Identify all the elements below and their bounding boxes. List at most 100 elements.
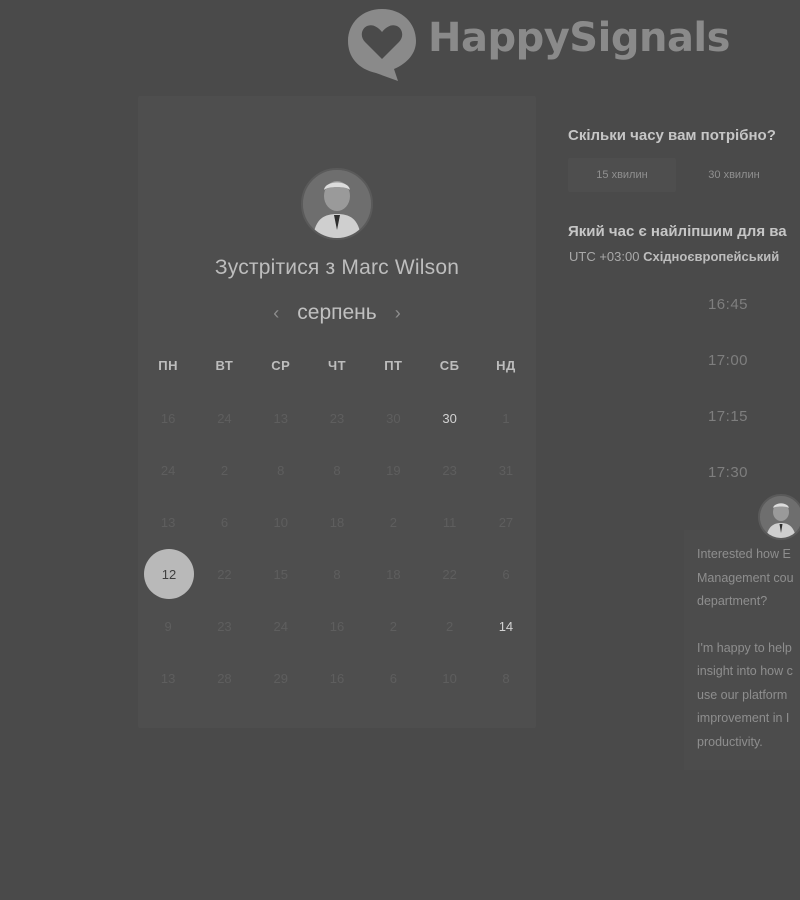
day-number: 2 (389, 618, 397, 634)
calendar-days-grid: 16 24 13 23 30 30 1 24 2 8 8 19 23 31 13 6 10 18 2 11 27 12 22… (140, 392, 536, 704)
day-number: 23 (442, 462, 457, 478)
chat-line: Interested how E (697, 547, 791, 561)
calendar-day: 13 (140, 496, 196, 548)
day-number: 23 (217, 618, 232, 634)
timezone-label[interactable]: UTC +03:00 Східноєвропейський (569, 249, 800, 264)
day-number: 11 (442, 514, 457, 530)
calendar-day: 6 (478, 548, 534, 600)
calendar-day: 2 (421, 600, 477, 652)
day-number: 8 (277, 462, 285, 478)
calendar-day: 2 (365, 496, 421, 548)
timezone-offset: UTC +03:00 (569, 249, 640, 264)
calendar-day: 16 (309, 652, 365, 704)
time-question: Який час є найліпшим для ва (568, 223, 787, 240)
calendar-day: 31 (478, 444, 534, 496)
calendar-day: 18 (309, 496, 365, 548)
calendar-day: 24 (253, 600, 309, 652)
day-number: 18 (386, 566, 401, 582)
weekday-label: НД (496, 358, 516, 373)
calendar-day: 8 (253, 444, 309, 496)
chat-line: Management cou (697, 570, 794, 585)
calendar-day: 6 (365, 652, 421, 704)
day-number: 8 (333, 462, 341, 478)
calendar-day[interactable]: 30 (421, 392, 477, 444)
time-slot[interactable]: 16:45 (669, 276, 787, 332)
time-slot[interactable]: 17:00 (669, 332, 787, 388)
calendar-day: 16 (140, 392, 196, 444)
duration-option-30[interactable]: 30 хвилин (680, 158, 788, 192)
chat-message: Interested how E Management cou departme… (697, 543, 800, 754)
day-number: 24 (273, 618, 288, 634)
day-number: 13 (273, 410, 288, 426)
calendar-day: 19 (365, 444, 421, 496)
chat-line: I'm happy to help (697, 640, 792, 655)
weekday-label: ПН (158, 358, 179, 373)
calendar-day: 8 (309, 444, 365, 496)
day-number: 31 (498, 462, 514, 478)
day-number: 1 (502, 410, 510, 426)
chat-line: productivity. (697, 734, 763, 749)
calendar-day: 2 (365, 600, 421, 652)
calendar-day[interactable]: 14 (478, 600, 534, 652)
duration-option-15[interactable]: 15 хвилин (568, 158, 676, 192)
calendar-day: 23 (309, 392, 365, 444)
calendar-day-selected[interactable]: 12 (140, 548, 196, 600)
meeting-title: Зустрітися з Marc Wilson (214, 256, 460, 279)
calendar-day: 24 (140, 444, 196, 496)
calendar-day: 11 (421, 496, 477, 548)
calendar-day: 13 (253, 392, 309, 444)
chat-line: use our platform (697, 687, 788, 702)
calendar-day: 2 (196, 444, 252, 496)
chat-line: insight into how c (697, 664, 793, 678)
day-number: 24 (160, 462, 176, 478)
calendar-day: 24 (196, 392, 252, 444)
duration-question: Скільки часу вам потрібно? (568, 127, 776, 144)
weekday-label: СР (271, 358, 291, 373)
weekday-label: ПТ (384, 358, 403, 373)
day-number: 19 (386, 462, 401, 478)
month-navigation: ‹ серпень › (138, 301, 536, 325)
day-number: 10 (273, 514, 288, 530)
calendar-day: 22 (196, 548, 252, 600)
day-number: 10 (442, 670, 457, 686)
calendar-day: 30 (365, 392, 421, 444)
chevron-right-icon[interactable]: › (395, 303, 401, 324)
calendar-day: 8 (309, 548, 365, 600)
heart-speech-bubble-icon (346, 7, 418, 81)
day-number: 30 (386, 410, 401, 426)
day-number: 22 (442, 566, 457, 582)
day-number: 2 (220, 462, 229, 478)
weekday-label: СБ (439, 358, 460, 373)
day-number: 30 (442, 410, 457, 426)
day-number: 6 (220, 514, 229, 530)
calendar-day: 27 (478, 496, 534, 548)
weekday-header: ПН ВТ СР ЧТ ПТ СБ НД (140, 358, 536, 373)
calendar-day: 23 (196, 600, 252, 652)
day-number: 12 (144, 549, 194, 599)
brand-logo[interactable]: HappySignals (346, 6, 730, 82)
calendar-day: 18 (365, 548, 421, 600)
day-number: 6 (502, 566, 510, 582)
duration-options: 15 хвилин 30 хвилин (568, 158, 788, 192)
time-slot[interactable]: 17:30 (669, 444, 787, 500)
chat-avatar[interactable] (758, 494, 800, 540)
calendar-day: 10 (421, 652, 477, 704)
calendar-day: 29 (253, 652, 309, 704)
calendar-day: 6 (196, 496, 252, 548)
chevron-left-icon[interactable]: ‹ (273, 303, 279, 324)
calendar-day: 28 (196, 652, 252, 704)
time-slot[interactable]: 17:15 (669, 388, 787, 444)
weekday-label: ВТ (215, 358, 234, 373)
day-number: 16 (329, 618, 345, 634)
day-number: 29 (273, 670, 288, 686)
calendar-day: 23 (421, 444, 477, 496)
chat-line: department? (697, 594, 768, 608)
day-number: 9 (164, 618, 172, 634)
chat-line: improvement in I (697, 711, 790, 725)
calendar-day: 22 (421, 548, 477, 600)
calendar-day: 9 (140, 600, 196, 652)
calendar-day: 16 (309, 600, 365, 652)
day-number: 23 (329, 410, 345, 426)
timezone-name: Східноєвропейський (643, 249, 780, 264)
day-number: 2 (389, 514, 397, 530)
